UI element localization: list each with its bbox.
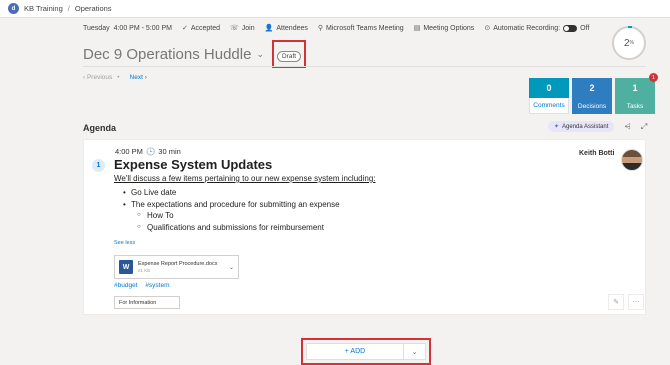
list-item: Qualifications and submissions for reimb… xyxy=(131,222,340,234)
agenda-item-description: We'll discuss a few items pertaining to … xyxy=(114,174,376,183)
filter-icon[interactable]: ⩤ xyxy=(624,122,630,132)
add-button: + ADD ⌄ xyxy=(306,343,426,360)
breadcrumb-app[interactable]: KB Training xyxy=(24,4,63,13)
meeting-time: Tuesday 4:00 PM - 5:00 PM xyxy=(83,25,172,32)
recording-toggle[interactable] xyxy=(563,24,578,32)
presenter-name: Keith Botti xyxy=(579,150,615,157)
draft-highlight: Draft xyxy=(271,40,307,68)
attachment[interactable]: W Expense Report Procedure.docx 21 KB ⌄ xyxy=(114,255,239,279)
tasks-notification-badge: 1 xyxy=(649,73,658,82)
tag-system[interactable]: #system xyxy=(145,282,169,289)
previous-link[interactable]: ‹ Previous xyxy=(83,74,112,81)
recording-icon: ⊙ xyxy=(484,25,491,32)
tasks-stat[interactable]: 1 Tasks 1 xyxy=(615,73,658,114)
edit-icon[interactable]: ✎ xyxy=(608,294,624,310)
list-item: The expectations and procedure for submi… xyxy=(123,199,340,211)
title-row: Dec 9 Operations Huddle ⌄ Draft xyxy=(83,40,307,68)
agenda-item-start: 4:00 PM xyxy=(115,147,143,156)
agenda-item-number: 1 xyxy=(92,159,105,172)
meeting-title[interactable]: Dec 9 Operations Huddle xyxy=(83,46,251,63)
meeting-options-label: Meeting Options xyxy=(423,24,475,32)
attendees-button[interactable]: 👤 Attendees xyxy=(264,24,308,33)
attachment-info: Expense Report Procedure.docx 21 KB xyxy=(138,261,218,273)
options-icon: ▤ xyxy=(413,25,421,32)
list-item: How To xyxy=(131,210,340,222)
progress-circle: 2% xyxy=(612,26,646,60)
decisions-stat[interactable]: 2 Decisions xyxy=(572,78,612,114)
comments-label: Comments xyxy=(529,98,569,114)
draft-badge[interactable]: Draft xyxy=(276,51,302,62)
divider xyxy=(83,66,646,67)
progress-unit: % xyxy=(629,40,634,46)
chevron-down-icon[interactable]: ⌄ xyxy=(256,49,264,60)
decisions-count: 2 xyxy=(572,78,612,98)
comments-stat[interactable]: 0 Comments xyxy=(529,78,569,114)
check-icon: ✓ xyxy=(181,25,188,32)
location-pin-icon: ⚲ xyxy=(317,25,324,32)
breadcrumb-current[interactable]: Operations xyxy=(75,4,112,13)
agenda-assistant-button[interactable]: ✦ Agenda Assistant xyxy=(548,121,615,132)
agenda-item-duration: 30 min xyxy=(158,147,181,156)
add-button-highlight: + ADD ⌄ xyxy=(301,338,431,365)
location-label: Microsoft Teams Meeting xyxy=(326,24,404,32)
accepted-status[interactable]: ✓ Accepted xyxy=(181,24,221,33)
recording-label: Automatic Recording: xyxy=(493,24,561,32)
attendees-label: Attendees xyxy=(276,24,308,32)
pager: ‹ Previous • Next › xyxy=(83,74,147,81)
add-agenda-item-button[interactable]: + ADD xyxy=(307,344,403,359)
person-icon: 👤 xyxy=(264,25,274,32)
chevron-down-icon[interactable]: ⌄ xyxy=(229,264,234,271)
expand-icon[interactable]: ⤢ xyxy=(641,122,647,132)
tags: #budget #system xyxy=(114,282,176,289)
top-bar: d KB Training / Operations xyxy=(0,0,670,18)
see-less-link[interactable]: See less xyxy=(114,240,135,246)
avatar[interactable] xyxy=(621,149,643,171)
meeting-options-button[interactable]: ▤ Meeting Options xyxy=(413,24,475,33)
app-logo-icon[interactable]: d xyxy=(8,3,19,14)
attachment-name: Expense Report Procedure.docx xyxy=(138,261,218,267)
chevron-down-icon[interactable]: ⌄ xyxy=(403,344,425,359)
item-type-select[interactable]: For Information xyxy=(114,296,180,309)
meeting-time-range: 4:00 PM - 5:00 PM xyxy=(113,24,172,32)
stats-panel: 0 Comments 2 Decisions 1 Tasks 1 xyxy=(526,73,658,114)
agenda-item-title[interactable]: Expense System Updates xyxy=(114,157,272,172)
location[interactable]: ⚲ Microsoft Teams Meeting xyxy=(317,24,404,33)
agenda-item-bullets: Go Live date The expectations and proced… xyxy=(123,187,340,234)
join-label: Join xyxy=(241,24,255,32)
comments-count: 0 xyxy=(529,78,569,98)
list-item: Go Live date xyxy=(123,187,340,199)
pager-dot: • xyxy=(117,74,120,81)
meeting-meta-row: Tuesday 4:00 PM - 5:00 PM ✓ Accepted ☏ J… xyxy=(83,24,599,32)
agenda-item-card: 4:00 PM 🕒 30 min 1 Expense System Update… xyxy=(83,139,646,315)
agenda-item-time: 4:00 PM 🕒 30 min xyxy=(115,147,181,156)
word-document-icon: W xyxy=(119,260,133,274)
agenda-assistant-label: Agenda Assistant xyxy=(562,123,609,130)
recording-state: Off xyxy=(580,24,590,32)
sparkle-icon: ✦ xyxy=(554,124,560,130)
agenda-heading: Agenda xyxy=(83,123,117,133)
phone-icon: ☏ xyxy=(230,25,239,32)
agenda-tools: ✦ Agenda Assistant ⩤ ⤢ xyxy=(548,121,647,132)
clock-icon: 🕒 xyxy=(145,147,156,156)
next-link[interactable]: Next › xyxy=(130,74,147,81)
decisions-label: Decisions xyxy=(572,98,612,114)
automatic-recording: ⊙ Automatic Recording: Off xyxy=(484,24,589,32)
attachment-size: 21 KB xyxy=(138,268,151,273)
meeting-day: Tuesday xyxy=(83,24,110,32)
join-button[interactable]: ☏ Join xyxy=(230,24,255,33)
tasks-label: Tasks xyxy=(615,98,655,114)
more-options-icon[interactable]: ⋯ xyxy=(628,294,644,310)
breadcrumb-separator: / xyxy=(67,4,70,13)
accepted-label: Accepted xyxy=(190,24,221,32)
tasks-count: 1 xyxy=(615,78,655,98)
tag-budget[interactable]: #budget xyxy=(114,282,138,289)
